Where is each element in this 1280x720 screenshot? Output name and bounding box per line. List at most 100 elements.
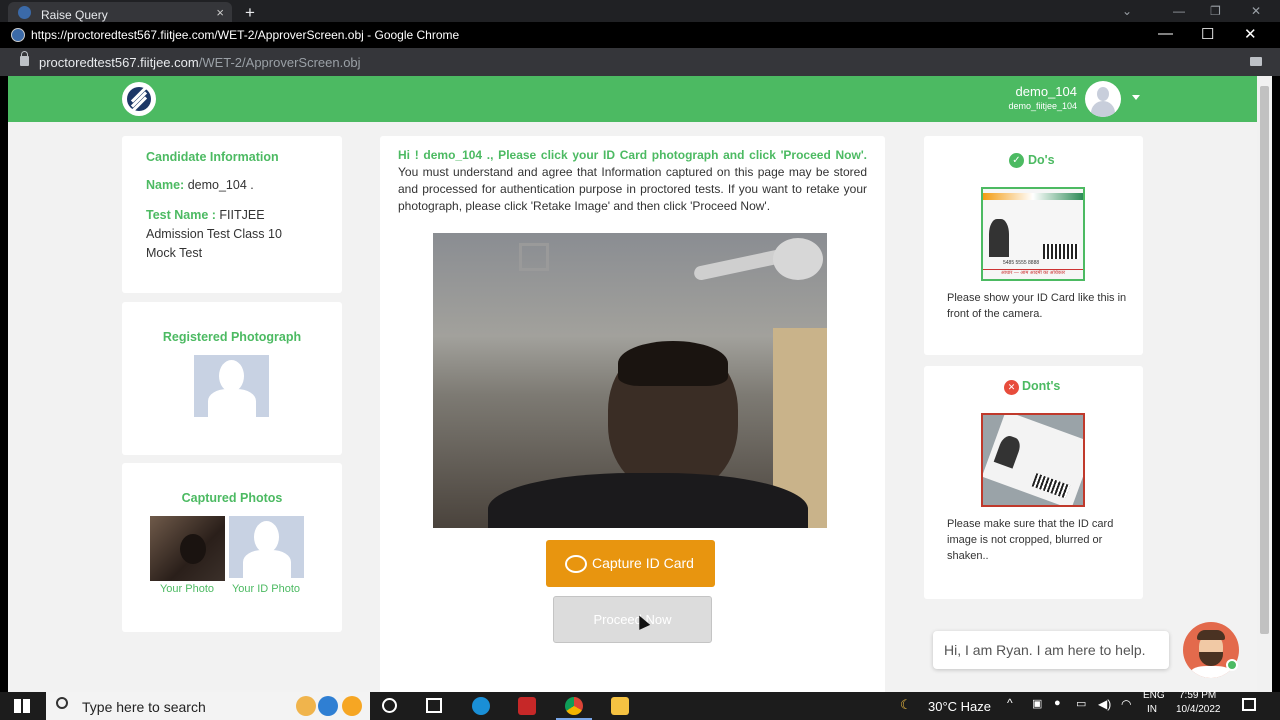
- chrome-icon[interactable]: [565, 697, 583, 715]
- window-border-right: [1272, 76, 1280, 692]
- test-name-value-2: Admission Test Class 10: [146, 227, 282, 241]
- window-minimize-icon[interactable]: —: [1173, 4, 1185, 18]
- user-avatar[interactable]: [1085, 81, 1121, 117]
- file-explorer-icon[interactable]: [611, 697, 629, 715]
- wifi-icon[interactable]: ◠: [1121, 697, 1131, 711]
- weather-moon-icon[interactable]: ☾: [900, 697, 912, 713]
- donts-card: ✕ Dont's Please make sure that the ID ca…: [924, 366, 1143, 599]
- id-card-number: 5485 5555 8888: [1003, 260, 1040, 266]
- maximize-button[interactable]: ☐: [1201, 25, 1214, 43]
- page-scrollbar[interactable]: [1257, 76, 1272, 692]
- window-title: https://proctoredtest567.fiitjee.com/WET…: [31, 28, 460, 42]
- name-label: Name:: [146, 178, 185, 192]
- instructions-body: You must understand and agree that Infor…: [398, 165, 867, 213]
- dos-text: Please show your ID Card like this in fr…: [947, 292, 1127, 320]
- test-name-value-1: FIITJEE: [219, 208, 265, 222]
- candidate-name-row: Name: demo_104 .: [146, 178, 254, 192]
- dos-heading: Do's: [1028, 153, 1055, 167]
- window-title-bar: https://proctoredtest567.fiitjee.com/WET…: [0, 22, 1280, 48]
- check-icon: ✓: [1009, 153, 1024, 168]
- chat-bubble[interactable]: Hi, I am Ryan. I am here to help.: [933, 631, 1169, 669]
- name-value: demo_104 .: [187, 178, 254, 192]
- camera-in-use-icon[interactable]: [1250, 57, 1262, 66]
- ceiling-fan-hub: [773, 238, 823, 280]
- weather-text[interactable]: 30°C Haze: [928, 699, 991, 714]
- clock-date[interactable]: 10/4/2022: [1176, 704, 1221, 715]
- notification-center-icon[interactable]: [1242, 698, 1256, 711]
- edge-icon[interactable]: [472, 697, 490, 715]
- battery-icon[interactable]: ▭: [1076, 697, 1086, 710]
- header-username: demo_104: [1015, 84, 1077, 99]
- webcam-feed: [433, 233, 827, 528]
- bad-id-card-example: [981, 413, 1085, 507]
- language-region[interactable]: IN: [1147, 704, 1157, 715]
- microphone-icon[interactable]: ●: [1054, 697, 1061, 709]
- donts-heading: Dont's: [1022, 379, 1061, 393]
- search-icon: [56, 697, 68, 709]
- your-id-photo-label: Your ID Photo: [231, 583, 301, 595]
- dos-card: ✓ Do's 5485 5555 8888 आधार — आम आदमी का …: [924, 136, 1143, 355]
- new-tab-icon[interactable]: +: [245, 3, 255, 23]
- vivaldi-app-icon[interactable]: [518, 697, 536, 715]
- capture-panel: Hi ! demo_104 ., Please click your ID Ca…: [380, 136, 885, 692]
- search-highlight-globe-icon: [318, 696, 338, 716]
- language-code[interactable]: ENG: [1143, 690, 1165, 701]
- cortana-icon[interactable]: [382, 698, 397, 713]
- window-close-icon[interactable]: ✕: [1251, 4, 1261, 18]
- tab-close-icon[interactable]: ×: [216, 5, 224, 20]
- tray-overflow-chevron-icon[interactable]: ^: [1007, 696, 1013, 710]
- test-name-label: Test Name :: [146, 208, 216, 222]
- cross-icon: ✕: [1004, 380, 1019, 395]
- site-header: demo_104 demo_fiitjee_104: [8, 76, 1257, 122]
- browser-tab[interactable]: Raise Query ×: [8, 2, 232, 22]
- chrome-favicon-icon: [11, 28, 25, 42]
- candidate-info-card: Candidate Information Name: demo_104 . T…: [122, 136, 342, 293]
- windows-taskbar: Type here to search ☾ 30°C Haze ^ ▣ ● ▭ …: [0, 690, 1280, 720]
- person-shirt: [488, 473, 808, 528]
- registered-photo-card: Registered Photograph: [122, 302, 342, 455]
- volume-icon[interactable]: ◀): [1098, 697, 1111, 711]
- url-text[interactable]: proctoredtest567.fiitjee.com/WET-2/Appro…: [39, 55, 361, 70]
- task-view-icon[interactable]: [426, 698, 442, 713]
- close-button[interactable]: ✕: [1244, 25, 1257, 43]
- address-bar[interactable]: proctoredtest567.fiitjee.com/WET-2/Appro…: [0, 48, 1280, 76]
- captured-photos-card: Captured Photos Your Photo Your ID Photo: [122, 463, 342, 632]
- page-content: demo_104 demo_fiitjee_104 Candidate Info…: [8, 76, 1257, 692]
- camera-shutter-icon: [565, 555, 587, 573]
- browser-tab-strip: Raise Query × + ⌄ — ❐ ✕: [0, 0, 1280, 22]
- instructions-greeting: Hi ! demo_104 ., Please click your ID Ca…: [398, 148, 867, 162]
- test-name-block: Test Name : FIITJEE Admission Test Class…: [146, 206, 326, 263]
- site-favicon-icon: [18, 6, 31, 19]
- captured-photos-heading: Captured Photos: [181, 491, 283, 505]
- search-placeholder: Type here to search: [82, 699, 206, 715]
- tab-search-chevron-icon[interactable]: ⌄: [1122, 4, 1132, 18]
- your-id-photo-placeholder[interactable]: [229, 516, 304, 578]
- fiitjee-logo: [122, 82, 156, 116]
- test-name-value-3: Mock Test: [146, 246, 203, 260]
- registered-photo-placeholder: [194, 355, 269, 417]
- header-subname: demo_fiitjee_104: [1008, 101, 1077, 111]
- user-menu-caret-icon[interactable]: [1132, 95, 1140, 100]
- your-photo-thumbnail[interactable]: [150, 516, 225, 581]
- search-highlight-icon: [296, 696, 316, 716]
- lock-icon[interactable]: [20, 51, 29, 66]
- tray-app-icon[interactable]: ▣: [1032, 697, 1042, 710]
- minimize-button[interactable]: —: [1158, 25, 1173, 42]
- windows-start-icon[interactable]: [14, 699, 30, 713]
- candidate-info-heading: Candidate Information: [146, 150, 279, 164]
- scrollbar-thumb[interactable]: [1260, 86, 1269, 634]
- online-status-dot: [1226, 659, 1238, 671]
- tab-title: Raise Query: [41, 8, 108, 22]
- person-hair: [618, 341, 728, 386]
- capture-button-label: Capture ID Card: [592, 555, 694, 571]
- capture-id-card-button[interactable]: Capture ID Card: [546, 540, 715, 587]
- ceiling-vent: [519, 243, 549, 271]
- taskbar-search-box[interactable]: Type here to search: [46, 692, 370, 720]
- clock-time[interactable]: 7:59 PM: [1179, 690, 1216, 701]
- instructions: Hi ! demo_104 ., Please click your ID Ca…: [398, 147, 867, 215]
- good-id-card-example: 5485 5555 8888 आधार — आम आदमी का अधिकार: [981, 187, 1085, 281]
- id-card-footer: आधार — आम आदमी का अधिकार: [983, 269, 1083, 279]
- window-restore-icon[interactable]: ❐: [1210, 4, 1221, 18]
- proceed-now-button[interactable]: Proceed Now: [553, 596, 712, 643]
- donts-text: Please make sure that the ID card image …: [947, 518, 1114, 562]
